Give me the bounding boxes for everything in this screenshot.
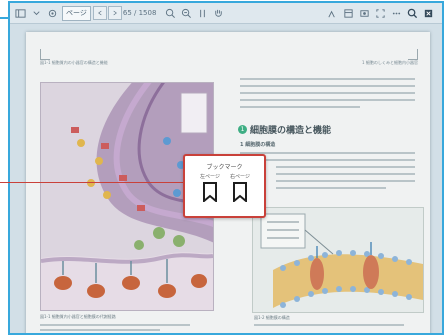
callout-pointer-line (0, 182, 183, 183)
figure-caption-right: 図1-2 細胞膜の構造 (254, 315, 290, 320)
sidebar-icon[interactable] (14, 5, 27, 21)
search-icon[interactable] (406, 5, 419, 21)
left-page-bookmark[interactable]: 左ページ (195, 173, 225, 213)
text-line (240, 159, 415, 161)
close-icon[interactable] (422, 5, 435, 21)
zoom-in-icon[interactable] (180, 5, 193, 21)
text-line (276, 166, 415, 168)
figure-caption-left: 図1-1 細胞質内小器官と細胞膜の代謝経路 (40, 314, 116, 319)
zoom-out-icon[interactable] (164, 5, 177, 21)
previous-page-icon[interactable] (107, 6, 122, 20)
view-icon[interactable] (358, 5, 371, 21)
text-line (240, 106, 360, 108)
text-line (276, 173, 415, 175)
bookmark-icon[interactable] (233, 182, 247, 206)
hand-tool-icon[interactable] (212, 5, 225, 21)
running-head-right: 1 細胞のしくみと細胞内小器官 (362, 60, 418, 65)
settings-icon[interactable] (46, 5, 59, 21)
page-count: 65 / 1508 (122, 9, 157, 17)
section-heading: 細胞膜の構造と機能 (250, 126, 332, 136)
page-input[interactable]: ページ (62, 5, 91, 21)
text-line (276, 187, 386, 189)
left-page-label: 左ページ (200, 174, 220, 180)
text-line (40, 329, 160, 331)
running-head-left: 図1-1 細胞質内の小器官の構造と機能 (40, 60, 108, 65)
text-line (276, 180, 415, 182)
text-line (240, 78, 415, 80)
chevron-down-icon[interactable] (30, 5, 43, 21)
more-icon[interactable] (390, 5, 403, 21)
bookmark-callout: ブックマーク 左ページ 右ページ (183, 154, 266, 218)
text-line (254, 324, 404, 326)
right-page-bookmark[interactable]: 右ページ (225, 173, 255, 213)
page-layout-icon[interactable] (196, 5, 209, 21)
bookmark-icon[interactable] (203, 182, 217, 206)
crop-mark (417, 49, 418, 59)
crop-mark (40, 49, 41, 59)
text-line (40, 324, 190, 326)
sub-heading: 1 細胞膜の構造 (240, 142, 276, 148)
highlight-icon[interactable] (326, 5, 339, 21)
text-line (240, 92, 415, 94)
cell-membrane-illustration (252, 207, 424, 313)
callout-title: ブックマーク (206, 164, 243, 171)
text-line (240, 99, 415, 101)
fullscreen-icon[interactable] (374, 5, 387, 21)
text-line (240, 85, 415, 87)
viewer-toolbar: ページ 65 / 1508 (10, 3, 442, 24)
text-line (240, 152, 415, 154)
bookmark-icon[interactable] (342, 5, 355, 21)
right-page-label: 右ページ (230, 174, 250, 180)
first-page-icon[interactable] (92, 6, 107, 20)
section-marker: 1 (238, 125, 247, 134)
